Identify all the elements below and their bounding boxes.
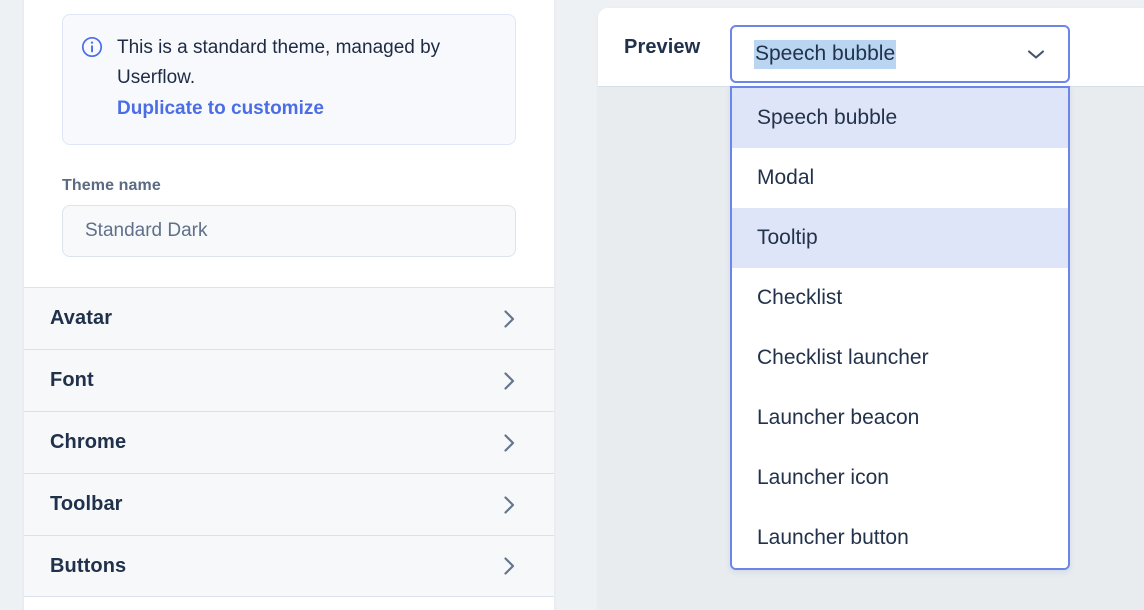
chevron-right-icon bbox=[502, 553, 518, 579]
dropdown-option-speech-bubble[interactable]: Speech bubble bbox=[732, 88, 1068, 148]
section-row-toolbar[interactable]: Toolbar bbox=[24, 473, 554, 535]
dropdown-option-checklist-launcher[interactable]: Checklist launcher bbox=[732, 328, 1068, 388]
dropdown-option-launcher-icon[interactable]: Launcher icon bbox=[732, 448, 1068, 508]
notice-text-block: This is a standard theme, managed by Use… bbox=[117, 33, 495, 124]
section-row-font[interactable]: Font bbox=[24, 349, 554, 411]
theme-name-label: Theme name bbox=[62, 177, 161, 194]
chevron-right-icon bbox=[502, 430, 518, 456]
theme-name-field-group: Theme name bbox=[62, 177, 516, 257]
section-label: Buttons bbox=[50, 554, 127, 577]
preview-type-select-wrapper: Speech bubble Speech bubble Modal Toolti… bbox=[730, 25, 1070, 570]
section-row-chrome[interactable]: Chrome bbox=[24, 411, 554, 473]
chevron-down-icon[interactable] bbox=[1026, 47, 1046, 61]
preview-panel: Preview Speech bubble Speech bubble Moda… bbox=[598, 8, 1144, 610]
section-row-buttons[interactable]: Buttons bbox=[24, 535, 554, 597]
preview-type-select[interactable]: Speech bubble bbox=[730, 25, 1070, 83]
theme-settings-content: This is a standard theme, managed by Use… bbox=[24, 14, 554, 257]
dropdown-option-tooltip[interactable]: Tooltip bbox=[732, 208, 1068, 268]
dropdown-option-launcher-beacon[interactable]: Launcher beacon bbox=[732, 388, 1068, 448]
notice-message: This is a standard theme, managed by Use… bbox=[117, 37, 441, 88]
chevron-right-icon bbox=[502, 368, 518, 394]
dropdown-option-checklist[interactable]: Checklist bbox=[732, 268, 1068, 328]
page-background-gutter bbox=[0, 0, 24, 610]
theme-name-input[interactable] bbox=[62, 205, 516, 257]
dropdown-option-launcher-button[interactable]: Launcher button bbox=[732, 508, 1068, 568]
theme-settings-panel: This is a standard theme, managed by Use… bbox=[24, 0, 554, 610]
app-root: This is a standard theme, managed by Use… bbox=[0, 0, 1144, 610]
section-label: Toolbar bbox=[50, 493, 123, 515]
chevron-right-icon bbox=[502, 306, 518, 332]
chevron-right-icon bbox=[502, 492, 518, 518]
section-label: Font bbox=[50, 369, 94, 391]
preview-type-dropdown-list: Speech bubble Modal Tooltip Checklist Ch… bbox=[730, 86, 1070, 570]
section-row-avatar[interactable]: Avatar bbox=[24, 287, 554, 349]
info-circle-icon bbox=[81, 36, 103, 58]
section-label: Chrome bbox=[50, 431, 127, 453]
standard-theme-notice: This is a standard theme, managed by Use… bbox=[62, 14, 516, 145]
duplicate-to-customize-link[interactable]: Duplicate to customize bbox=[117, 94, 495, 124]
preview-type-selected-value: Speech bubble bbox=[754, 39, 897, 69]
preview-label: Preview bbox=[624, 35, 701, 58]
theme-sections-accordion: Avatar Font Chrome Toolbar Buttons bbox=[24, 287, 554, 597]
dropdown-option-modal[interactable]: Modal bbox=[732, 148, 1068, 208]
section-label: Avatar bbox=[50, 307, 113, 329]
